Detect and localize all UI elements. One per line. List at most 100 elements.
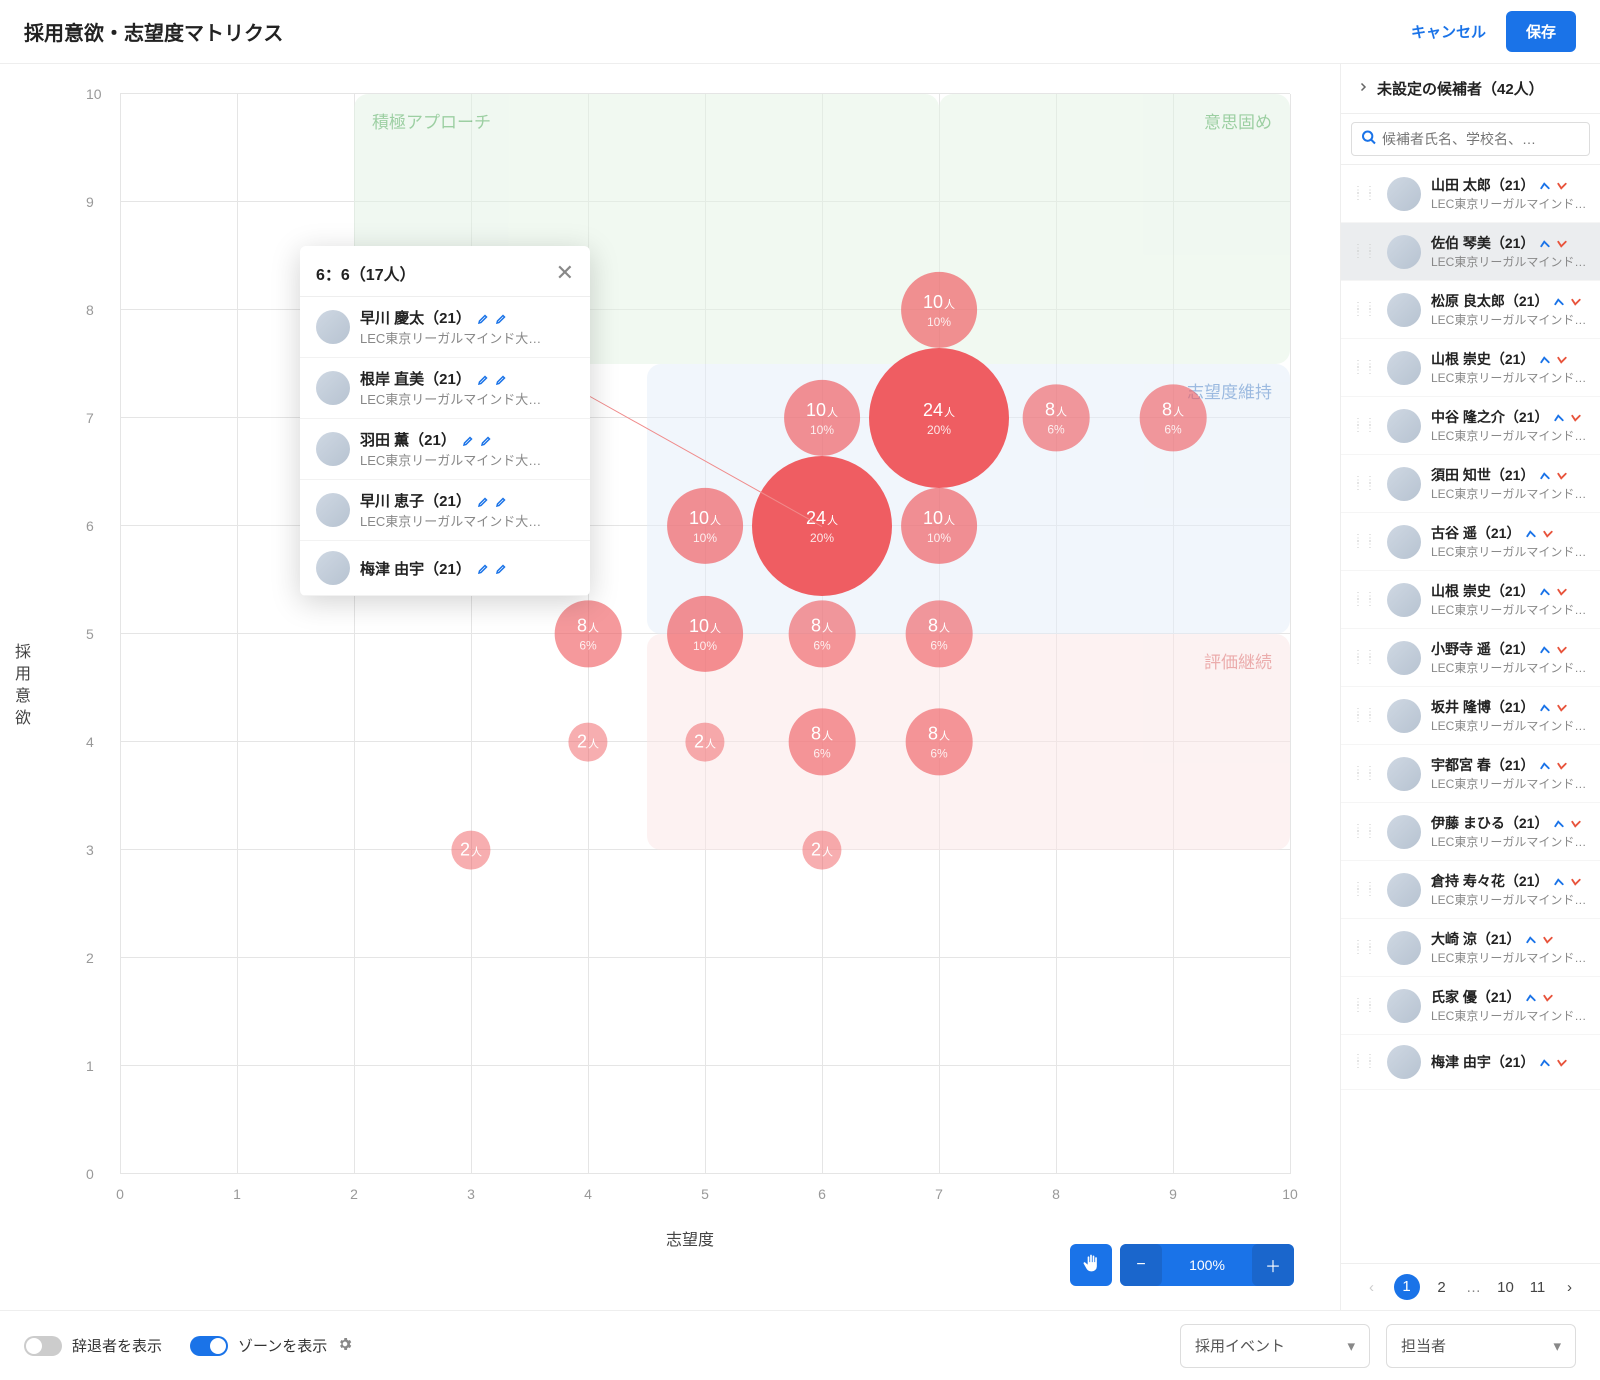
bubble[interactable]: 8人6% — [906, 601, 973, 668]
bubble-count: 8人 — [1162, 400, 1184, 421]
candidate-item[interactable]: ⋮⋮⋮⋮中谷 隆之介（21）LEC東京リーガルマインド大… — [1341, 397, 1600, 455]
switch-withdrawn[interactable] — [24, 1336, 62, 1356]
plot-inner[interactable]: 012345678910012345678910積極アプローチ意思固め志望度維持… — [120, 94, 1290, 1174]
switch-zones[interactable] — [190, 1336, 228, 1356]
page-next[interactable]: › — [1560, 1279, 1580, 1296]
select-assignee[interactable]: 担当者 ▾ — [1386, 1324, 1576, 1368]
candidate-item[interactable]: ⋮⋮⋮⋮山根 崇史（21）LEC東京リーガルマインド大… — [1341, 339, 1600, 397]
drag-handle-icon[interactable]: ⋮⋮⋮⋮ — [1353, 1056, 1377, 1068]
candidate-item[interactable]: ⋮⋮⋮⋮松原 良太郎（21）LEC東京リーガルマインド大… — [1341, 281, 1600, 339]
candidate-list[interactable]: ⋮⋮⋮⋮山田 太郎（21）LEC東京リーガルマインド大…⋮⋮⋮⋮佐伯 琴美（21… — [1341, 165, 1600, 1263]
toggle-withdrawn: 辞退者を表示 — [24, 1335, 162, 1356]
search-input[interactable] — [1351, 122, 1590, 156]
avatar — [1387, 235, 1421, 269]
candidate-school: LEC東京リーガルマインド大… — [1431, 833, 1588, 850]
page-number[interactable]: 1 — [1394, 1274, 1420, 1300]
bubble[interactable]: 10人10% — [667, 596, 743, 672]
bubble[interactable]: 10人10% — [901, 488, 977, 564]
bubble[interactable]: 8人6% — [1023, 385, 1090, 452]
popover-item[interactable]: 根岸 直美（21）LEC東京リーガルマインド大… — [300, 358, 590, 419]
axis-y-label: 採用意欲 — [8, 643, 32, 731]
bubble[interactable]: 24人20% — [869, 348, 1009, 488]
bubble-count: 10人 — [689, 615, 721, 636]
bubble[interactable]: 2人 — [802, 830, 841, 869]
candidate-name: 早川 恵子（21） — [360, 490, 471, 511]
candidate-item[interactable]: ⋮⋮⋮⋮伊藤 まひる（21）LEC東京リーガルマインド大… — [1341, 803, 1600, 861]
select-event-label: 採用イベント — [1195, 1335, 1285, 1356]
zoom-out-button[interactable]: − — [1120, 1244, 1162, 1286]
page-number[interactable]: 2 — [1432, 1279, 1452, 1296]
drag-handle-icon[interactable]: ⋮⋮⋮⋮ — [1353, 536, 1377, 548]
page-number[interactable]: 10 — [1496, 1279, 1516, 1296]
drag-handle-icon[interactable]: ⋮⋮⋮⋮ — [1353, 478, 1377, 490]
gear-icon[interactable] — [337, 1336, 353, 1356]
avatar — [1387, 409, 1421, 443]
header: 採用意欲・志望度マトリクス キャンセル 保存 — [0, 0, 1600, 64]
bubble[interactable]: 10人10% — [667, 488, 743, 564]
avatar — [316, 493, 350, 527]
drag-handle-icon[interactable]: ⋮⋮⋮⋮ — [1353, 942, 1377, 954]
bubble[interactable]: 8人6% — [555, 601, 622, 668]
candidate-name: 須田 知世（21） — [1431, 465, 1534, 485]
candidate-item[interactable]: ⋮⋮⋮⋮梅津 由宇（21） — [1341, 1035, 1600, 1090]
drag-handle-icon[interactable]: ⋮⋮⋮⋮ — [1353, 652, 1377, 664]
drag-handle-icon[interactable]: ⋮⋮⋮⋮ — [1353, 420, 1377, 432]
chart-area: 採用意欲 012345678910012345678910積極アプローチ意思固め… — [0, 64, 1340, 1310]
bubble[interactable]: 10人10% — [901, 272, 977, 348]
trend-down-icon — [1556, 585, 1568, 597]
drag-handle-icon[interactable]: ⋮⋮⋮⋮ — [1353, 304, 1377, 316]
bubble[interactable]: 2人 — [685, 722, 724, 761]
candidate-item[interactable]: ⋮⋮⋮⋮倉持 寿々花（21）LEC東京リーガルマインド大… — [1341, 861, 1600, 919]
bubble-count: 8人 — [1045, 400, 1067, 421]
candidate-name: 古谷 遥（21） — [1431, 523, 1520, 543]
page-number[interactable]: 11 — [1528, 1279, 1548, 1296]
candidate-item[interactable]: ⋮⋮⋮⋮古谷 遥（21）LEC東京リーガルマインド大… — [1341, 513, 1600, 571]
bubble-count: 8人 — [811, 724, 833, 745]
popover-item[interactable]: 早川 慶太（21）LEC東京リーガルマインド大… — [300, 297, 590, 358]
candidate-item[interactable]: ⋮⋮⋮⋮佐伯 琴美（21）LEC東京リーガルマインド大… — [1341, 223, 1600, 281]
popover-item[interactable]: 梅津 由宇（21） — [300, 541, 590, 596]
zoom-in-button[interactable]: ＋ — [1252, 1244, 1294, 1286]
bubble-count: 10人 — [806, 399, 838, 420]
page-prev[interactable]: ‹ — [1362, 1279, 1382, 1296]
bubble[interactable]: 8人6% — [789, 709, 856, 776]
bubble[interactable]: 2人 — [451, 830, 490, 869]
trend-up-icon — [1539, 469, 1551, 481]
trend-down-icon — [1556, 1056, 1568, 1068]
select-event[interactable]: 採用イベント ▾ — [1180, 1324, 1370, 1368]
drag-handle-icon[interactable]: ⋮⋮⋮⋮ — [1353, 884, 1377, 896]
bubble[interactable]: 8人6% — [1140, 385, 1207, 452]
drag-handle-icon[interactable]: ⋮⋮⋮⋮ — [1353, 710, 1377, 722]
bubble[interactable]: 8人6% — [906, 709, 973, 776]
candidate-item[interactable]: ⋮⋮⋮⋮大崎 涼（21）LEC東京リーガルマインド大… — [1341, 919, 1600, 977]
candidate-item[interactable]: ⋮⋮⋮⋮宇都宮 春（21）LEC東京リーガルマインド大… — [1341, 745, 1600, 803]
trend-down-icon — [1542, 933, 1554, 945]
bubble[interactable]: 10人10% — [784, 380, 860, 456]
drag-handle-icon[interactable]: ⋮⋮⋮⋮ — [1353, 188, 1377, 200]
candidate-item[interactable]: ⋮⋮⋮⋮須田 知世（21）LEC東京リーガルマインド大… — [1341, 455, 1600, 513]
cancel-button[interactable]: キャンセル — [1403, 13, 1494, 50]
popover-item[interactable]: 早川 恵子（21）LEC東京リーガルマインド大… — [300, 480, 590, 541]
drag-handle-icon[interactable]: ⋮⋮⋮⋮ — [1353, 768, 1377, 780]
tick-y: 2 — [86, 950, 94, 966]
bubble-percent: 6% — [1047, 423, 1064, 437]
popover-item[interactable]: 羽田 薫（21）LEC東京リーガルマインド大… — [300, 419, 590, 480]
drag-handle-icon[interactable]: ⋮⋮⋮⋮ — [1353, 826, 1377, 838]
bubble[interactable]: 8人6% — [789, 601, 856, 668]
trend-up-icon — [1539, 759, 1551, 771]
sidebar-header[interactable]: 未設定の候補者（42人） — [1341, 64, 1600, 114]
pan-tool-button[interactable] — [1070, 1244, 1112, 1286]
bubble[interactable]: 2人 — [568, 722, 607, 761]
candidate-item[interactable]: ⋮⋮⋮⋮小野寺 遥（21）LEC東京リーガルマインド大… — [1341, 629, 1600, 687]
candidate-item[interactable]: ⋮⋮⋮⋮氏家 優（21）LEC東京リーガルマインド大… — [1341, 977, 1600, 1035]
drag-handle-icon[interactable]: ⋮⋮⋮⋮ — [1353, 362, 1377, 374]
popover-list[interactable]: 早川 慶太（21）LEC東京リーガルマインド大…根岸 直美（21）LEC東京リー… — [300, 296, 590, 596]
drag-handle-icon[interactable]: ⋮⋮⋮⋮ — [1353, 594, 1377, 606]
drag-handle-icon[interactable]: ⋮⋮⋮⋮ — [1353, 1000, 1377, 1012]
close-icon[interactable]: ✕ — [556, 260, 574, 286]
candidate-item[interactable]: ⋮⋮⋮⋮山根 崇史（21）LEC東京リーガルマインド大… — [1341, 571, 1600, 629]
drag-handle-icon[interactable]: ⋮⋮⋮⋮ — [1353, 246, 1377, 258]
candidate-item[interactable]: ⋮⋮⋮⋮坂井 隆博（21）LEC東京リーガルマインド大… — [1341, 687, 1600, 745]
save-button[interactable]: 保存 — [1506, 11, 1576, 52]
candidate-item[interactable]: ⋮⋮⋮⋮山田 太郎（21）LEC東京リーガルマインド大… — [1341, 165, 1600, 223]
